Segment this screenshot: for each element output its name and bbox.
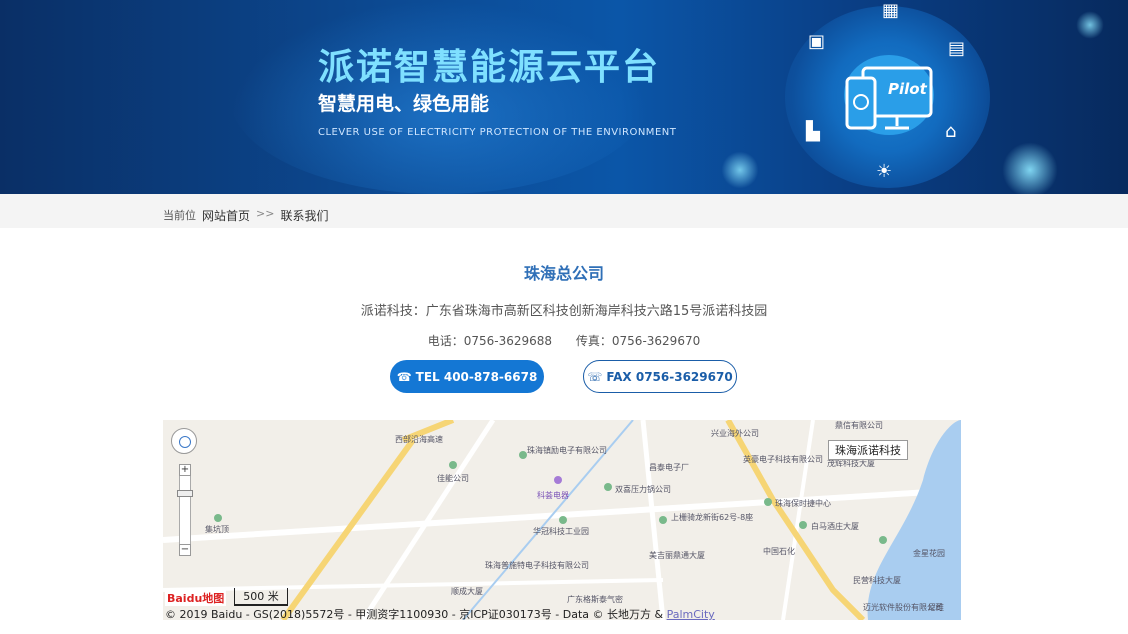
breadcrumb-lead: 当前位 — [163, 209, 196, 222]
company-title: 珠海总公司 — [523, 264, 604, 283]
building-icon: ▦ — [882, 0, 900, 21]
zoom-slider-handle[interactable] — [177, 490, 193, 497]
map-place: 双喜压力锅公司 — [615, 485, 671, 494]
map-place: 珠海镇励电子有限公司 — [527, 446, 607, 455]
zoom-in-button[interactable]: + — [179, 464, 191, 476]
hospital-icon: ▣ — [808, 31, 826, 52]
map-place: 民营科技大厦 — [853, 576, 901, 585]
scale-bar: 500 米 — [234, 588, 288, 606]
zoom-slider-track[interactable] — [179, 464, 191, 556]
map-place: 兴业海外公司 — [711, 429, 759, 438]
map-place: 华冠科技工业园 — [533, 527, 589, 536]
map-zoom-control: + − — [171, 428, 197, 558]
fax-button[interactable]: ☏ FAX 0756-3629670 — [583, 360, 737, 393]
map-place: 上栅骑龙新街62号-8座 — [671, 513, 754, 522]
map-place: 英豪电子科技有限公司 — [743, 455, 823, 464]
baidu-logo: Baidu地图 — [165, 590, 227, 606]
copyright-text: © 2019 Baidu - GS(2018)5572号 - 甲测资字11009… — [165, 608, 667, 620]
pilot-logo-text: Pilot — [888, 80, 928, 98]
solar-panel-icon: ☀ — [876, 161, 893, 182]
map-copyright: © 2019 Baidu - GS(2018)5572号 - 甲测资字11009… — [165, 606, 715, 620]
map-marker-label[interactable]: 珠海派诺科技 — [828, 440, 908, 460]
fax-number: 传真：0756-3629670 — [575, 334, 701, 348]
map-place: 珠海保时捷中心 — [775, 499, 831, 508]
tel-button-label: TEL 400-878-6678 — [415, 369, 538, 384]
company-address: 派诺科技：广东省珠海市高新区科技创新海岸科技六路15号派诺科技园 — [360, 304, 768, 319]
map-place: 美吉丽鼎通大厦 — [649, 551, 705, 560]
palmcity-link[interactable]: PalmCity — [667, 608, 715, 620]
map-place: 白马酒庄大厦 — [811, 522, 859, 531]
map-place: 顺成大厦 — [451, 587, 483, 596]
map-place: 珠海普施特电子科技有限公司 — [485, 561, 589, 570]
breadcrumb-home-link[interactable]: 网站首页 — [202, 207, 250, 224]
fax-button-label: FAX 0756-3629670 — [606, 369, 733, 384]
zoom-out-button[interactable]: − — [179, 544, 191, 556]
banner-english-slogan: CLEVER USE OF ELECTRICITY PROTECTION OF … — [318, 127, 677, 138]
factory-icon: ▙ — [806, 121, 820, 142]
banner-subtitle: 智慧用电、绿色用能 — [318, 93, 490, 115]
phone-icon: ☎ — [396, 369, 412, 384]
header-banner: Pilot ▦ ▣ ▤ ▙ ⌂ ☀ 派诺智慧能源云平台 智慧用电、绿色用能 CL… — [0, 0, 1128, 194]
map-scale: Baidu地图 500 米 — [165, 588, 288, 606]
phone-number: 电话：0756-3629688 — [427, 334, 553, 348]
map-place: 金星花园 — [913, 549, 945, 558]
breadcrumb-bar: 当前位 网站首页 >> 联系我们 — [0, 194, 1128, 228]
map-place: 广东格斯泰气密 — [567, 595, 623, 604]
map-place: 西部沿海高速 — [395, 435, 443, 444]
school-icon: ⌂ — [945, 121, 957, 142]
breadcrumb: 当前位 网站首页 >> 联系我们 — [163, 207, 328, 224]
map-place: 鼎信有限公司 — [835, 421, 883, 430]
breadcrumb-separator: >> — [256, 207, 275, 220]
baidu-map[interactable]: 西部沿海高速 珠海镇励电子有限公司 兴业海外公司 英豪电子科技有限公司 茂辉科技… — [163, 420, 961, 620]
fax-icon: ☏ — [587, 369, 603, 384]
map-pan-control[interactable] — [171, 428, 197, 454]
banner-title: 派诺智慧能源云平台 — [318, 47, 661, 88]
tel-button[interactable]: ☎ TEL 400-878-6678 — [390, 360, 544, 393]
map-place: 昌泰电子厂 — [649, 463, 689, 472]
pilot-monitor-icon: Pilot — [845, 66, 933, 130]
phone-fax-line: 电话：0756-3629688 传真：0756-3629670 — [0, 332, 1128, 349]
map-place: 集坑顶 — [205, 525, 229, 534]
map-place: 佳能公司 — [437, 474, 469, 483]
map-place: 中国石化 — [763, 547, 795, 556]
map-place: 科荟电器 — [537, 491, 569, 500]
breadcrumb-current: 联系我们 — [280, 209, 329, 223]
map-place: 尼维 — [928, 603, 944, 612]
bus-icon: ▤ — [948, 38, 966, 59]
